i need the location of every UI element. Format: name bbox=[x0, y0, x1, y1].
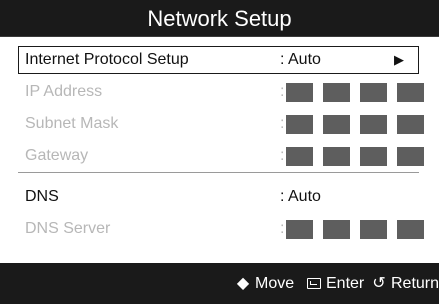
octet-box bbox=[323, 220, 350, 239]
internet-protocol-setup-row[interactable]: Internet Protocol Setup : Auto ▶ bbox=[18, 46, 419, 74]
return-label: Return bbox=[391, 275, 439, 292]
return-hint[interactable]: ↺ Return bbox=[371, 263, 439, 304]
octet-box bbox=[360, 83, 387, 102]
octet-box bbox=[397, 115, 424, 134]
octet-box bbox=[286, 147, 313, 166]
subnet-mask-row: Subnet Mask : bbox=[18, 110, 424, 138]
octet-box bbox=[286, 115, 313, 134]
ip-address-row: IP Address : bbox=[18, 78, 424, 106]
octet-box bbox=[323, 147, 350, 166]
octet-box bbox=[397, 83, 424, 102]
dns-value: : Auto bbox=[280, 188, 321, 205]
subnet-mask-label: Subnet Mask bbox=[25, 115, 119, 132]
move-label: Move bbox=[255, 275, 295, 292]
network-setup-dialog: Network Setup Internet Protocol Setup : … bbox=[0, 0, 439, 304]
octet-box bbox=[360, 220, 387, 239]
octet-box bbox=[360, 115, 387, 134]
octet-box bbox=[323, 83, 350, 102]
return-icon: ↺ bbox=[372, 275, 386, 292]
button-hint-bar: ◆ Move Enter ↺ Return bbox=[0, 263, 439, 304]
octet-box bbox=[397, 147, 424, 166]
updown-arrow-icon: ◆ bbox=[236, 275, 250, 292]
gateway-label: Gateway bbox=[25, 147, 89, 164]
octet-box bbox=[323, 115, 350, 134]
enter-label: Enter bbox=[326, 275, 365, 292]
enter-hint[interactable]: Enter bbox=[307, 263, 364, 304]
subnet-mask-separator: : bbox=[280, 115, 285, 132]
settings-panel: Internet Protocol Setup : Auto ▶ IP Addr… bbox=[8, 37, 431, 263]
gateway-row: Gateway : bbox=[18, 142, 424, 170]
ip-address-label: IP Address bbox=[25, 83, 103, 100]
dns-server-separator: : bbox=[280, 220, 285, 237]
ip-address-separator: : bbox=[280, 83, 285, 100]
enter-icon bbox=[307, 278, 321, 289]
dns-label: DNS bbox=[25, 188, 59, 205]
internet-protocol-setup-value: : Auto bbox=[280, 51, 321, 68]
move-hint: ◆ Move bbox=[235, 263, 294, 304]
internet-protocol-setup-label: Internet Protocol Setup bbox=[25, 51, 189, 68]
dns-server-row: DNS Server : bbox=[18, 215, 424, 243]
octet-box bbox=[397, 220, 424, 239]
octet-box bbox=[286, 220, 313, 239]
section-divider bbox=[18, 172, 419, 173]
octet-box bbox=[360, 147, 387, 166]
octet-box bbox=[286, 83, 313, 102]
dns-server-label: DNS Server bbox=[25, 220, 111, 237]
title-bar: Network Setup bbox=[0, 0, 439, 37]
dns-row[interactable]: DNS : Auto bbox=[18, 183, 421, 211]
right-arrow-icon: ▶ bbox=[394, 52, 404, 67]
dialog-title: Network Setup bbox=[147, 6, 292, 31]
gateway-separator: : bbox=[280, 147, 285, 164]
